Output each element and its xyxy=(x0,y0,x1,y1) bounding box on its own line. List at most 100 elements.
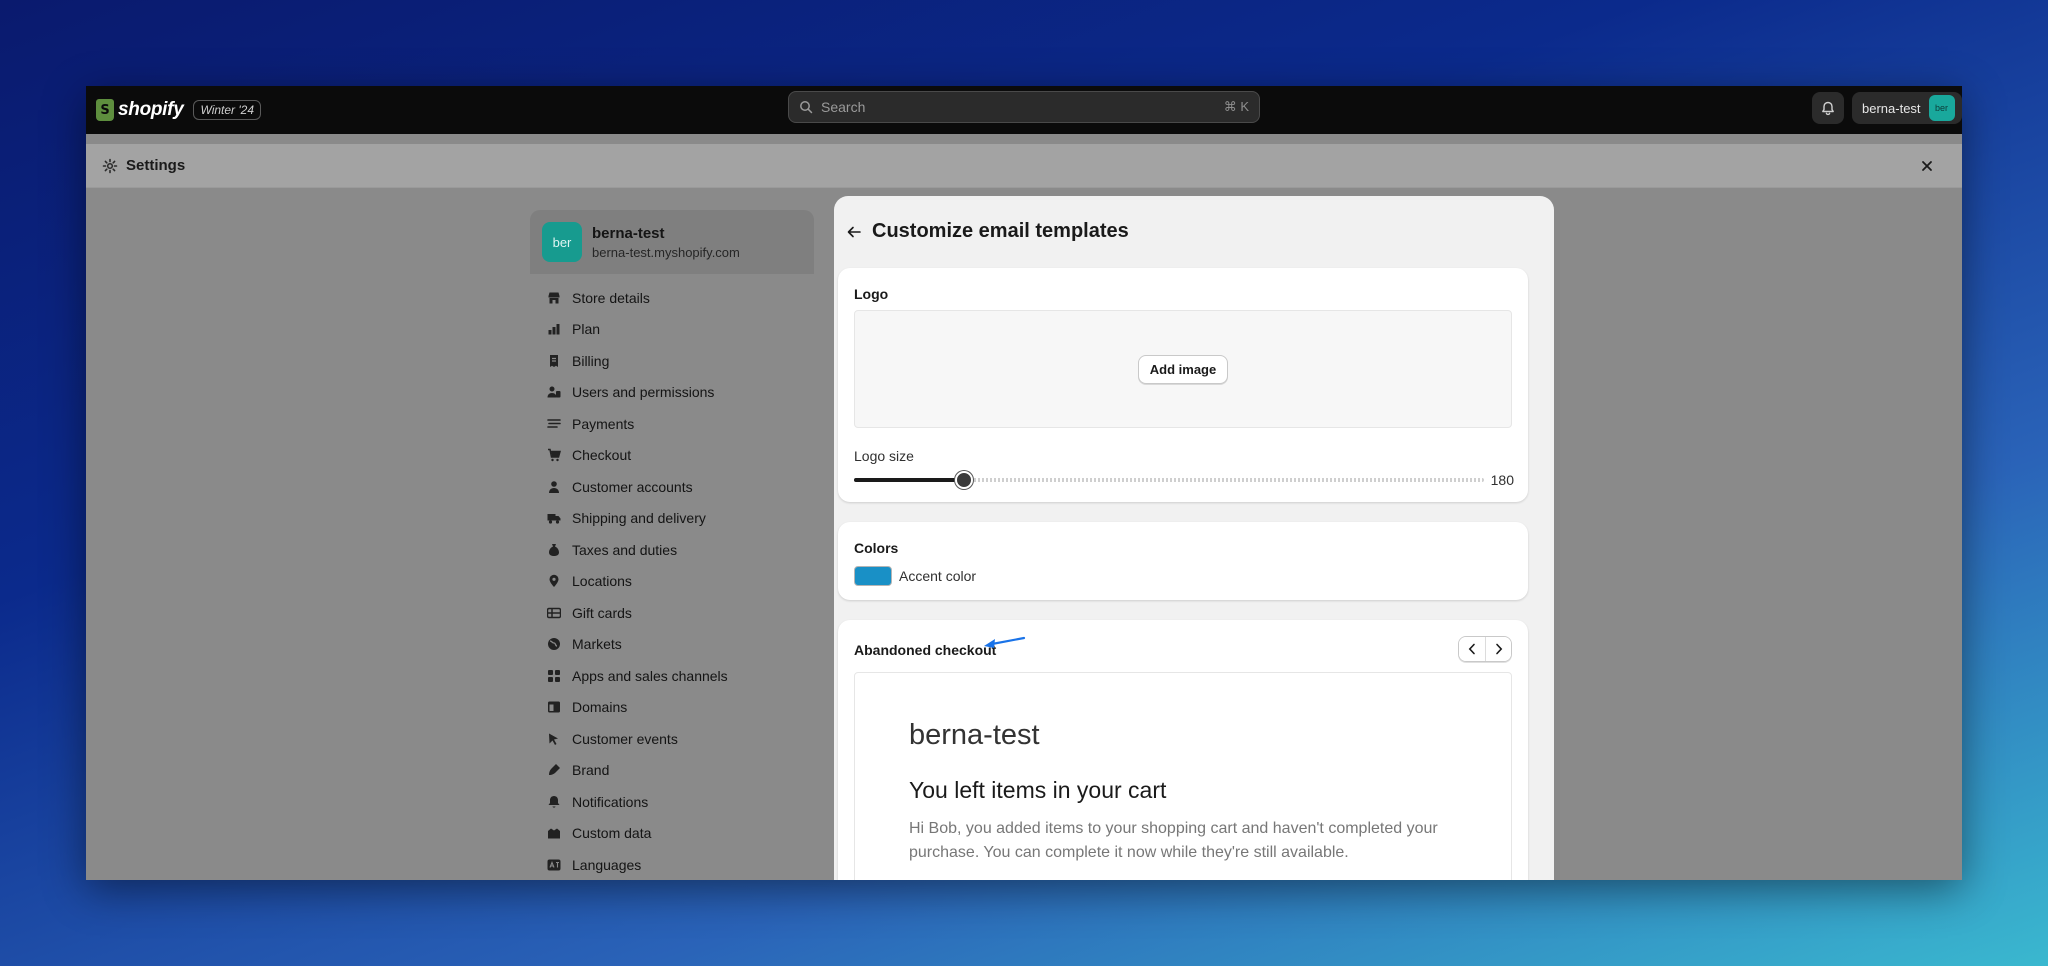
sidebar-item-label: Customer events xyxy=(572,730,678,747)
chevron-right-icon xyxy=(1495,643,1502,655)
previous-template-button[interactable] xyxy=(1459,637,1485,661)
sidebar-item-label: Billing xyxy=(572,352,610,369)
sidebar-item-custom-data[interactable]: Custom data xyxy=(530,818,814,850)
sidebar-item-label: Users and permissions xyxy=(572,384,715,401)
logo-card-title: Logo xyxy=(854,286,889,302)
sidebar-item-apps[interactable]: Apps and sales channels xyxy=(530,660,814,692)
store-avatar: ber xyxy=(542,222,582,262)
preview-card-title: Abandoned checkout xyxy=(854,642,997,658)
gear-icon xyxy=(102,158,118,174)
logo-size-value: 180 xyxy=(1490,472,1514,488)
sidebar-item-plan[interactable]: Plan xyxy=(530,314,814,346)
close-icon[interactable] xyxy=(1918,157,1936,175)
next-template-button[interactable] xyxy=(1485,637,1511,661)
sidebar-item-label: Custom data xyxy=(572,825,652,842)
settings-sidebar: ber berna-test berna-test.myshopify.com … xyxy=(530,210,814,880)
email-preview-card: Abandoned checkout berna-test You left i… xyxy=(838,620,1528,880)
sidebar-item-domains[interactable]: Domains xyxy=(530,692,814,724)
custom-data-icon xyxy=(546,825,562,841)
settings-header: Settings xyxy=(86,144,1962,188)
sidebar-item-markets[interactable]: Markets xyxy=(530,629,814,661)
sidebar-item-locations[interactable]: Locations xyxy=(530,566,814,598)
store-card[interactable]: ber berna-test berna-test.myshopify.com xyxy=(530,210,814,274)
tax-icon xyxy=(546,542,562,558)
sidebar-item-gift-cards[interactable]: Gift cards xyxy=(530,597,814,629)
payments-icon xyxy=(546,416,562,432)
shopify-logo[interactable]: S shopify xyxy=(96,99,184,121)
sidebar-item-billing[interactable]: Billing xyxy=(530,345,814,377)
store-icon xyxy=(546,290,562,306)
sidebar-item-label: Apps and sales channels xyxy=(572,667,728,684)
domains-icon xyxy=(546,699,562,715)
template-pager xyxy=(1458,636,1512,662)
globe-icon xyxy=(546,636,562,652)
sidebar-item-checkout[interactable]: Checkout xyxy=(530,440,814,472)
truck-icon xyxy=(546,510,562,526)
settings-nav: Store details Plan Billing Users and per… xyxy=(530,282,814,880)
add-image-button[interactable]: Add image xyxy=(1137,354,1229,384)
back-arrow-icon[interactable] xyxy=(844,222,864,242)
notifications-button[interactable] xyxy=(1812,92,1844,124)
sidebar-item-notifications[interactable]: Notifications xyxy=(530,786,814,818)
store-name: berna-test xyxy=(592,224,665,242)
sidebar-item-customer-events[interactable]: Customer events xyxy=(530,723,814,755)
user-name: berna-test xyxy=(1862,100,1921,116)
top-bar: S shopify Winter '24 ⌘ K berna-test ber xyxy=(86,86,1962,134)
sidebar-item-label: Customer accounts xyxy=(572,478,693,495)
shopify-bag-icon: S xyxy=(96,99,114,121)
location-icon xyxy=(546,573,562,589)
email-body: Hi Bob, you added items to your shopping… xyxy=(909,820,1438,861)
colors-card-title: Colors xyxy=(854,540,899,556)
sidebar-item-brand[interactable]: Brand xyxy=(530,755,814,787)
bell-icon xyxy=(546,794,562,810)
sidebar-item-label: Languages xyxy=(572,856,642,873)
apps-icon xyxy=(546,668,562,684)
user-menu-button[interactable]: berna-test ber xyxy=(1852,92,1962,124)
logo-size-slider[interactable] xyxy=(854,471,1484,489)
sidebar-item-label: Store details xyxy=(572,289,650,306)
sidebar-item-languages[interactable]: Languages xyxy=(530,849,814,880)
brand-name: shopify xyxy=(118,99,184,120)
email-preview: berna-test You left items in your cart H… xyxy=(854,672,1512,880)
logo-dropzone[interactable]: Add image xyxy=(854,310,1512,428)
search-bar[interactable]: ⌘ K xyxy=(788,91,1260,123)
search-icon xyxy=(800,101,813,114)
languages-icon xyxy=(546,857,562,873)
search-input[interactable] xyxy=(821,99,1224,115)
logo-card: Logo Add image Logo size 180 xyxy=(838,268,1528,502)
bell-icon xyxy=(1822,101,1834,115)
accent-color-swatch[interactable] xyxy=(854,566,892,586)
sidebar-item-label: Gift cards xyxy=(572,604,632,621)
billing-icon xyxy=(546,353,562,369)
brand-icon xyxy=(546,762,562,778)
sidebar-item-payments[interactable]: Payments xyxy=(530,408,814,440)
sidebar-item-label: Plan xyxy=(572,321,601,338)
email-templates-panel: Customize email templates Logo Add image… xyxy=(834,196,1554,880)
accent-color-label: Accent color xyxy=(899,568,977,584)
users-icon xyxy=(546,384,562,400)
sidebar-item-users[interactable]: Users and permissions xyxy=(530,377,814,409)
sidebar-item-label: Shipping and delivery xyxy=(572,510,706,527)
sidebar-item-label: Taxes and duties xyxy=(572,541,678,558)
admin-window: S shopify Winter '24 ⌘ K berna-test ber xyxy=(86,86,1962,880)
version-badge: Winter '24 xyxy=(193,100,262,120)
store-url: berna-test.myshopify.com xyxy=(592,244,740,260)
sidebar-item-label: Brand xyxy=(572,762,610,779)
sidebar-item-customer-accounts[interactable]: Customer accounts xyxy=(530,471,814,503)
slider-handle[interactable] xyxy=(955,471,974,489)
page-title: Customize email templates xyxy=(872,220,1129,242)
sidebar-item-shipping[interactable]: Shipping and delivery xyxy=(530,503,814,535)
slider-fill xyxy=(854,478,965,482)
plan-icon xyxy=(546,321,562,337)
pointer-arrow-icon xyxy=(984,636,1026,648)
sidebar-item-store-details[interactable]: Store details xyxy=(530,282,814,314)
cart-icon xyxy=(546,447,562,463)
gift-card-icon xyxy=(546,605,562,621)
accent-color-picker[interactable]: Accent color xyxy=(854,566,976,586)
colors-card: Colors Accent color xyxy=(838,522,1528,600)
sidebar-item-label: Locations xyxy=(572,573,632,590)
sidebar-item-label: Payments xyxy=(572,415,635,432)
avatar: ber xyxy=(1928,95,1955,121)
sidebar-item-taxes[interactable]: Taxes and duties xyxy=(530,534,814,566)
sidebar-item-label: Markets xyxy=(572,636,622,653)
